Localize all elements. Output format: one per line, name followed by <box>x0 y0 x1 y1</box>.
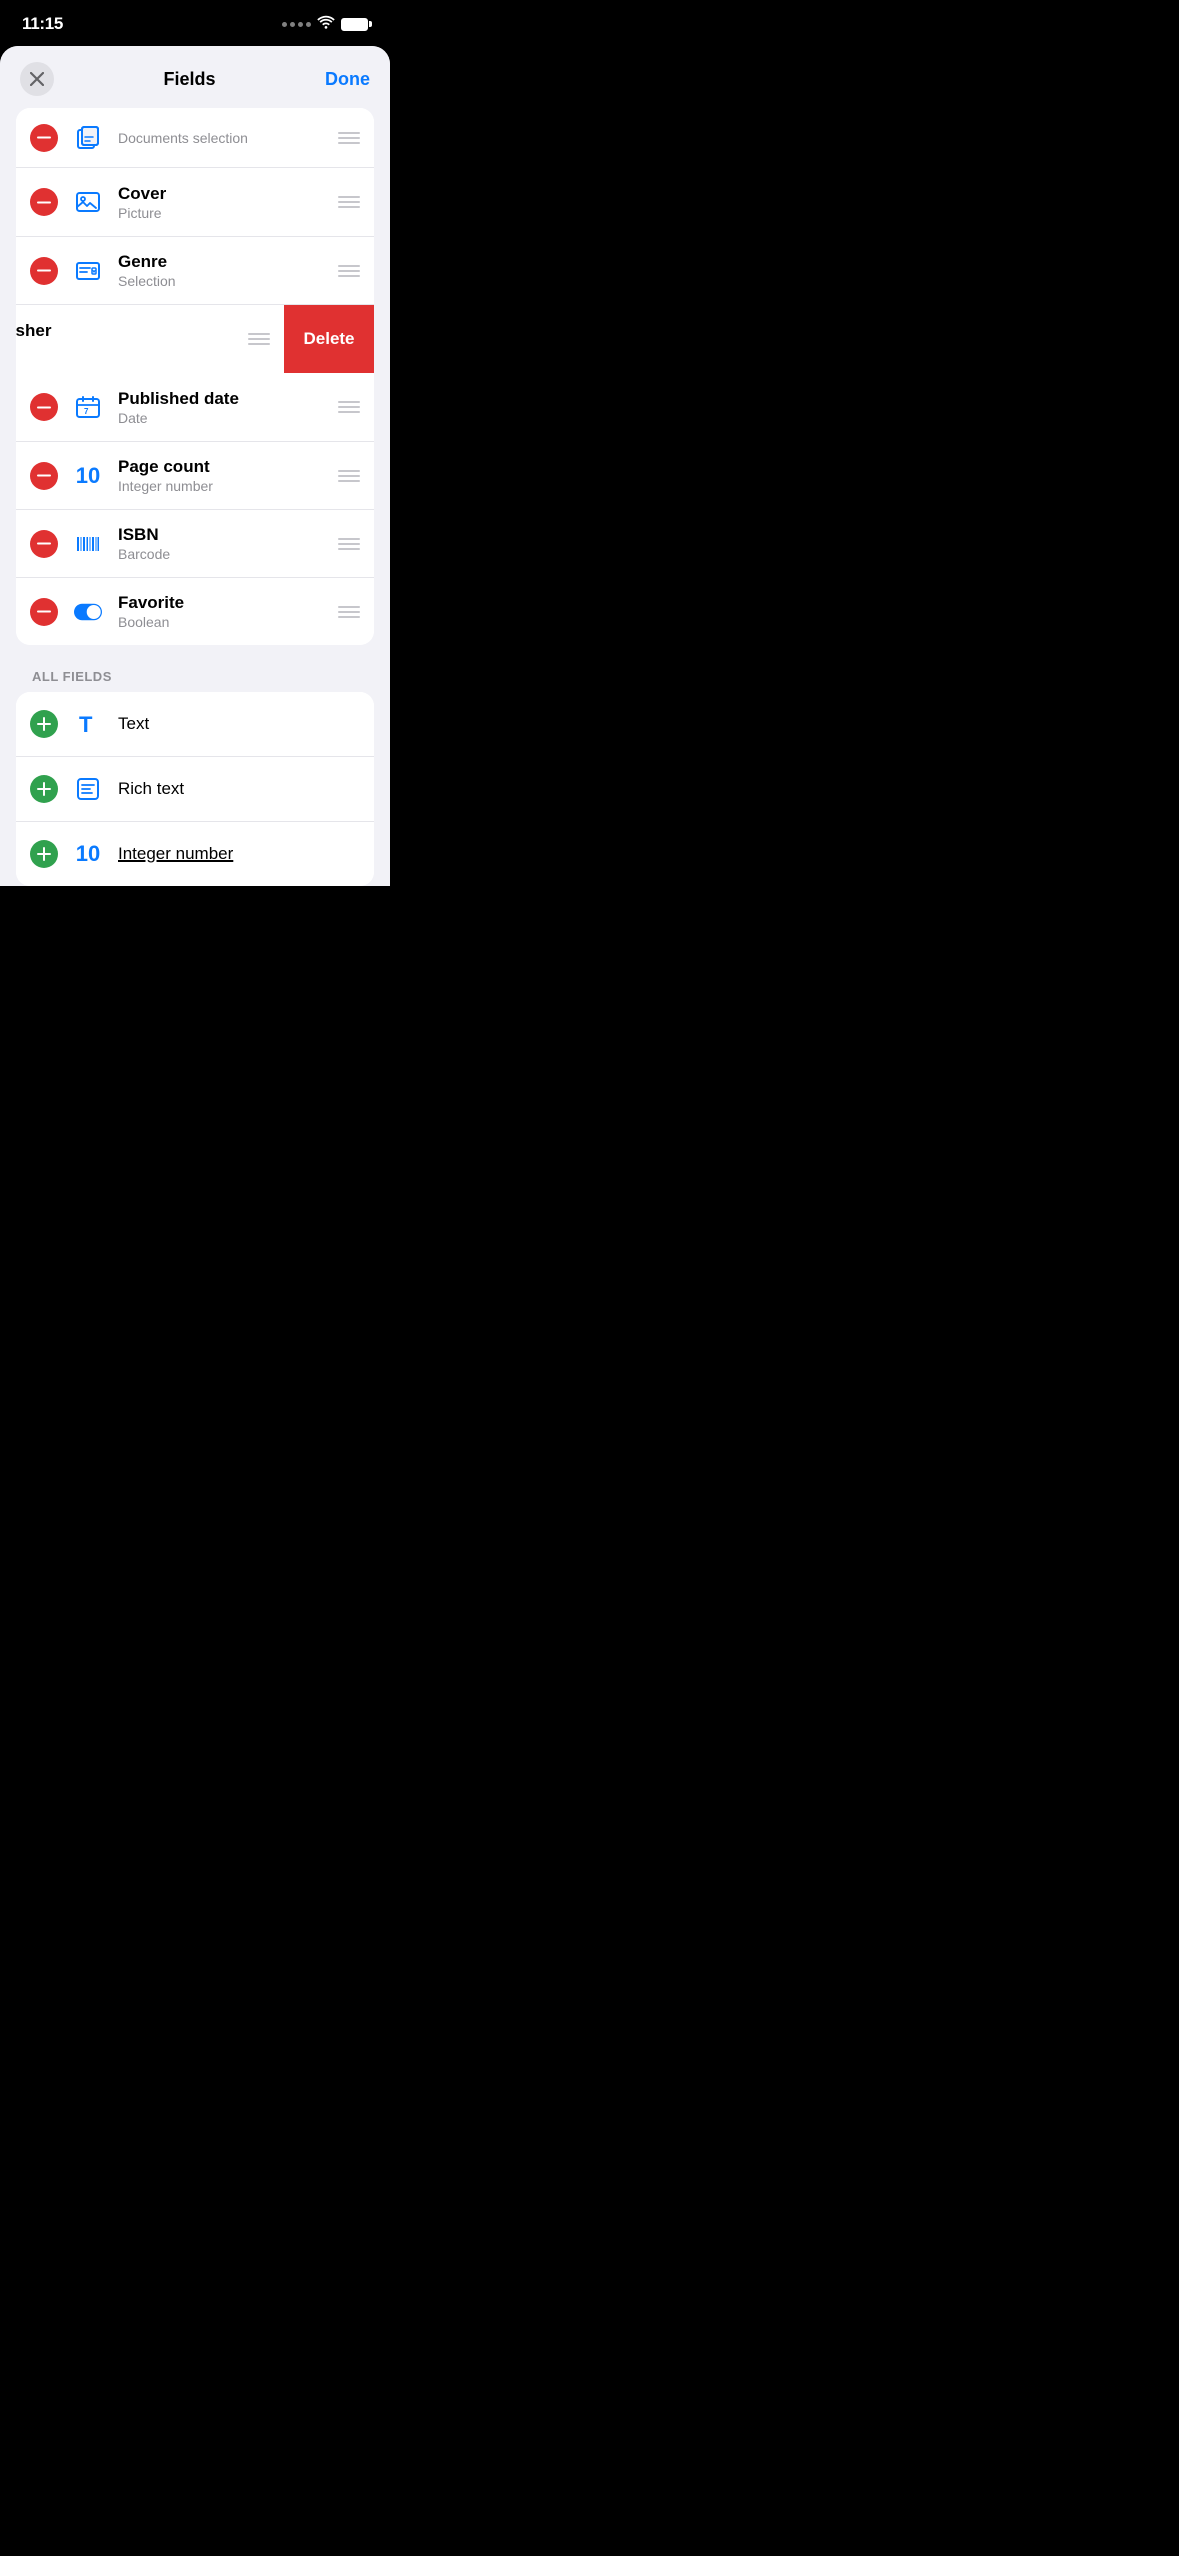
status-bar: 11:15 <box>0 0 390 42</box>
all-fields-card: T Text Rich text <box>16 692 374 886</box>
field-type-isbn: Barcode <box>118 546 328 562</box>
barcode-icon <box>70 526 106 562</box>
svg-text:T: T <box>79 712 93 737</box>
rich-text-icon <box>70 771 106 807</box>
field-text-publisher: Publisher Text <box>16 321 238 358</box>
field-text-documents: Documents selection <box>118 129 328 146</box>
drag-handle-published-date[interactable] <box>328 401 360 413</box>
close-icon <box>30 72 44 86</box>
picture-icon <box>70 184 106 220</box>
field-name-favorite: Favorite <box>118 593 328 613</box>
delete-circle-favorite[interactable] <box>30 598 58 626</box>
delete-label: Delete <box>303 329 354 349</box>
delete-circle-isbn[interactable] <box>30 530 58 558</box>
add-field-name-integer-number: Integer number <box>118 844 233 864</box>
number-10-icon: 10 <box>70 458 106 494</box>
add-field-name-rich-text: Rich text <box>118 779 184 799</box>
field-name-genre: Genre <box>118 252 328 272</box>
field-name-published-date: Published date <box>118 389 328 409</box>
delete-circle-published-date[interactable] <box>30 393 58 421</box>
plus-icon <box>37 782 51 796</box>
field-row-documents-selection[interactable]: Documents selection <box>16 108 374 168</box>
field-row-publisher-container: Publisher Text Delete <box>16 304 374 373</box>
field-row-favorite[interactable]: Favorite Boolean <box>16 577 374 645</box>
drag-handle-page-count[interactable] <box>328 470 360 482</box>
drag-handle-favorite[interactable] <box>328 606 360 618</box>
field-type-documents: Documents selection <box>118 130 328 146</box>
add-circle-text[interactable] <box>30 710 58 738</box>
field-row-cover[interactable]: Cover Picture <box>16 168 374 236</box>
minus-icon <box>37 136 51 139</box>
minus-icon <box>37 474 51 477</box>
add-field-name-text: Text <box>118 714 149 734</box>
field-name-cover: Cover <box>118 184 328 204</box>
field-row-publisher[interactable]: Publisher Text <box>16 305 284 373</box>
integer-number-icon: 10 <box>70 836 106 872</box>
drag-handle-cover[interactable] <box>328 196 360 208</box>
status-icons <box>282 15 368 34</box>
delete-circle-documents[interactable] <box>30 124 58 152</box>
toggle-icon <box>70 594 106 630</box>
field-row-genre[interactable]: Genre Selection <box>16 236 374 304</box>
field-type-publisher: Text <box>16 342 238 358</box>
selection-icon <box>70 253 106 289</box>
signal-icon <box>282 22 311 27</box>
minus-icon <box>37 269 51 272</box>
field-row-published-date[interactable]: 7 Published date Date <box>16 373 374 441</box>
minus-icon <box>37 406 51 409</box>
field-type-published-date: Date <box>118 410 328 426</box>
field-type-favorite: Boolean <box>118 614 328 630</box>
svg-text:7: 7 <box>84 407 89 416</box>
field-text-cover: Cover Picture <box>118 184 328 221</box>
calendar-icon: 7 <box>70 389 106 425</box>
drag-handle-documents[interactable] <box>328 132 360 144</box>
drag-handle-publisher[interactable] <box>238 333 270 345</box>
status-time: 11:15 <box>22 14 63 34</box>
field-row-page-count[interactable]: 10 Page count Integer number <box>16 441 374 509</box>
delete-button-publisher[interactable]: Delete <box>284 305 374 373</box>
field-name-isbn: ISBN <box>118 525 328 545</box>
sheet-title: Fields <box>163 69 215 90</box>
fields-sheet: Fields Done Documents selection <box>0 46 390 886</box>
add-field-row-integer-number[interactable]: 10 Integer number <box>16 821 374 886</box>
all-fields-section-header: ALL FIELDS <box>0 661 390 692</box>
delete-circle-page-count[interactable] <box>30 462 58 490</box>
add-circle-rich-text[interactable] <box>30 775 58 803</box>
delete-circle-genre[interactable] <box>30 257 58 285</box>
text-T-icon: T <box>70 706 106 742</box>
minus-icon <box>37 542 51 545</box>
fields-card: Documents selection Cover <box>16 108 374 645</box>
field-type-cover: Picture <box>118 205 328 221</box>
field-text-page-count: Page count Integer number <box>118 457 328 494</box>
close-button[interactable] <box>20 62 54 96</box>
document-selection-icon <box>70 120 106 156</box>
field-type-genre: Selection <box>118 273 328 289</box>
add-circle-integer-number[interactable] <box>30 840 58 868</box>
field-text-genre: Genre Selection <box>118 252 328 289</box>
done-button[interactable]: Done <box>325 69 370 90</box>
minus-icon <box>37 201 51 204</box>
delete-circle-cover[interactable] <box>30 188 58 216</box>
plus-icon <box>37 717 51 731</box>
battery-icon <box>341 18 368 31</box>
drag-handle-isbn[interactable] <box>328 538 360 550</box>
add-field-row-rich-text[interactable]: Rich text <box>16 756 374 821</box>
add-field-row-text[interactable]: T Text <box>16 692 374 756</box>
minus-icon <box>37 610 51 613</box>
field-text-isbn: ISBN Barcode <box>118 525 328 562</box>
drag-handle-genre[interactable] <box>328 265 360 277</box>
field-name-publisher: Publisher <box>16 321 238 341</box>
field-text-favorite: Favorite Boolean <box>118 593 328 630</box>
sheet-header: Fields Done <box>0 46 390 108</box>
field-type-page-count: Integer number <box>118 478 328 494</box>
wifi-icon <box>317 15 335 34</box>
field-text-published-date: Published date Date <box>118 389 328 426</box>
plus-icon <box>37 847 51 861</box>
field-row-isbn[interactable]: ISBN Barcode <box>16 509 374 577</box>
field-name-page-count: Page count <box>118 457 328 477</box>
